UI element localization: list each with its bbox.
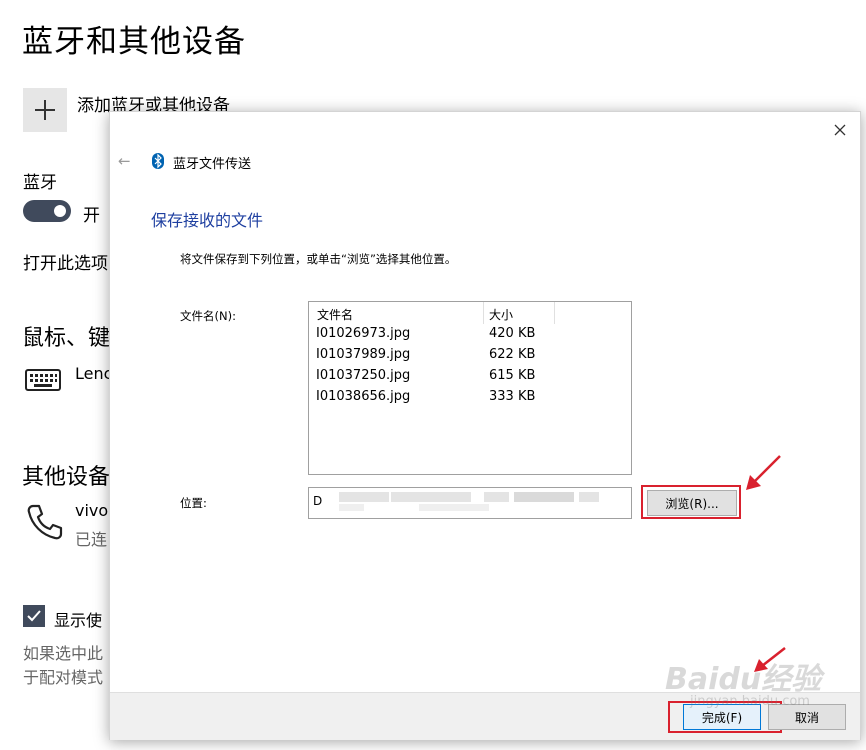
phone-icon [24,502,64,546]
back-arrow-icon: ← [118,152,131,170]
dialog-title: 蓝牙文件传送 [173,157,252,172]
file-row[interactable]: I01038656.jpg 333 KB [309,387,631,408]
phone-device-name[interactable]: vivo [75,501,108,520]
file-list[interactable]: 文件名 大小 I01026973.jpg 420 KB I01037989.jp… [308,301,632,475]
annotation-arrow-icon [740,453,785,497]
mouse-keyboard-section-title: 鼠标、键 [22,326,111,351]
bluetooth-toggle[interactable] [23,200,71,222]
page-title: 蓝牙和其他设备 [22,24,246,60]
keyboard-icon [25,369,61,395]
browse-button[interactable]: 浏览(R)... [647,490,737,516]
show-notifications-checkbox[interactable] [23,605,45,627]
file-name: I01026973.jpg [316,326,411,341]
close-icon [830,124,850,144]
redacted-path [339,492,389,502]
file-name: I01038656.jpg [316,389,411,404]
column-header-name[interactable]: 文件名 [317,306,353,323]
file-name: I01037989.jpg [316,347,411,362]
toggle-knob [54,205,66,217]
location-value: D [313,494,323,508]
file-size: 615 KB [489,368,536,383]
bluetooth-icon [152,153,164,169]
close-button[interactable] [830,120,850,140]
file-row[interactable]: I01026973.jpg 420 KB [309,324,631,345]
location-input[interactable]: D [308,487,632,519]
file-size: 622 KB [489,347,536,362]
other-devices-section-title: 其他设备 [22,465,111,490]
open-option-text: 打开此选项 [23,254,108,274]
watermark: Baidu经验 [665,662,822,697]
column-header-size[interactable]: 大小 [489,306,513,323]
location-label: 位置: [180,496,207,510]
file-size: 420 KB [489,326,536,341]
phone-device-status: 已连 [75,530,108,549]
description-line-1: 如果选中此 [23,644,104,663]
show-checkbox-label: 显示使 [54,611,103,630]
watermark-sub: jingyan.baidu.com [690,694,810,709]
file-size: 333 KB [489,389,536,404]
checkmark-icon [23,610,45,631]
section-title: 保存接收的文件 [151,211,264,230]
bluetooth-label: 蓝牙 [23,173,57,193]
instruction-text: 将文件保存到下列位置，或单击“浏览”选择其他位置。 [180,252,457,266]
keyboard-device-name[interactable]: Lenc [75,364,112,383]
files-label: 文件名(N): [180,309,236,323]
list-header: 文件名 大小 [309,302,631,324]
file-row[interactable]: I01037250.jpg 615 KB [309,366,631,387]
file-name: I01037250.jpg [316,368,411,383]
file-row[interactable]: I01037989.jpg 622 KB [309,345,631,366]
toggle-state-label: 开 [83,206,100,226]
add-device-button[interactable] [23,88,67,132]
description-line-2: 于配对模式 [23,668,104,687]
bluetooth-transfer-dialog: ← 蓝牙文件传送 保存接收的文件 将文件保存到下列位置，或单击“浏览”选择其他位… [109,111,861,740]
back-button[interactable]: ← [118,152,131,170]
